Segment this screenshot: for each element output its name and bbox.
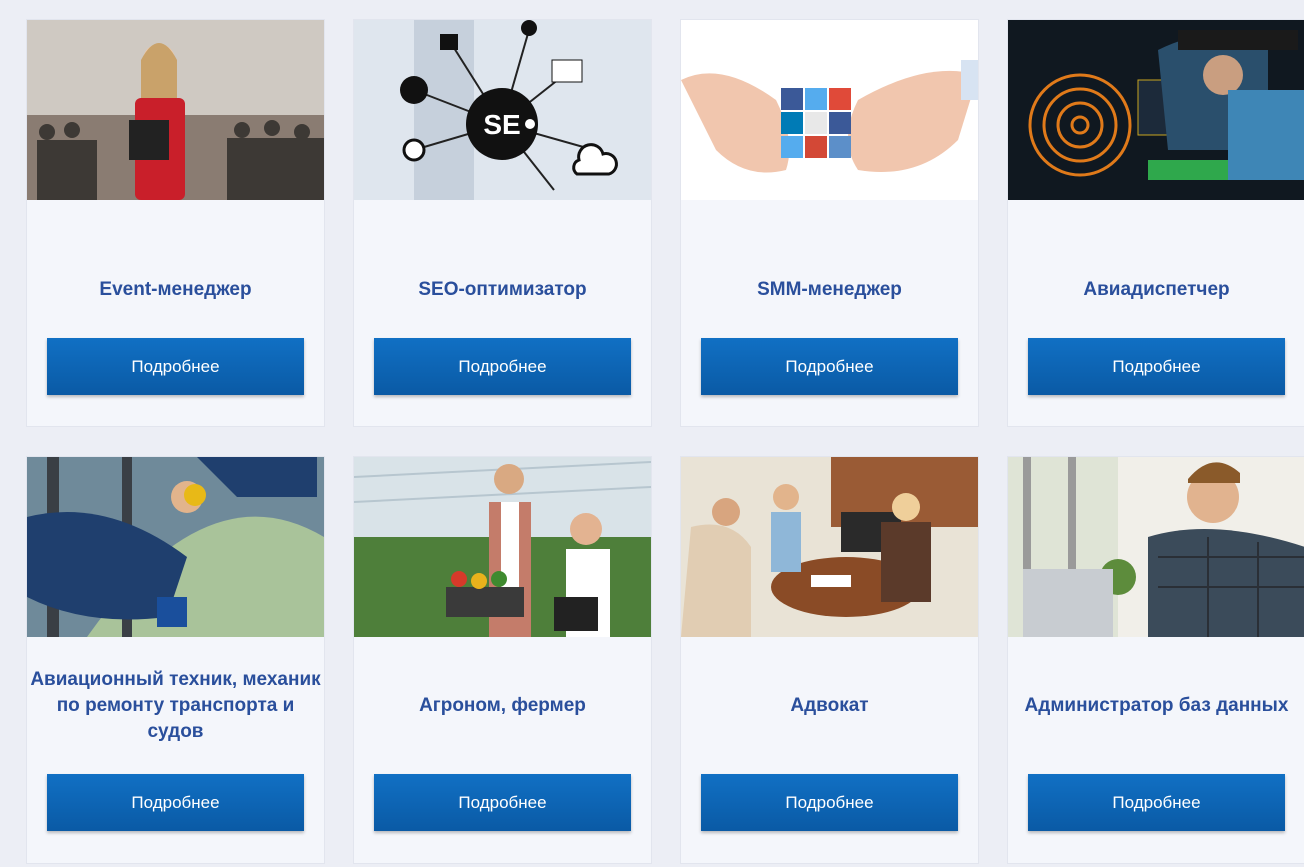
profession-card: Администратор баз данных Подробнее [1008, 457, 1304, 863]
profession-card: Агроном, фермер Подробнее [354, 457, 651, 863]
seo-image: SE [354, 20, 651, 200]
details-button[interactable]: Подробнее [374, 338, 631, 395]
profession-card: Авиадиспетчер Подробнее [1008, 20, 1304, 426]
card-photo-agronomist[interactable] [354, 457, 651, 637]
card-photo-seo[interactable]: SE [354, 20, 651, 200]
profession-card: SE SEO-оптимизатор Подробнее [354, 20, 651, 426]
seo-emblem-text: SE [483, 109, 520, 140]
details-button[interactable]: Подробнее [1028, 338, 1285, 395]
card-photo-air-traffic[interactable] [1008, 20, 1304, 200]
card-photo-lawyer[interactable] [681, 457, 978, 637]
details-button[interactable]: Подробнее [374, 774, 631, 831]
details-button[interactable]: Подробнее [701, 774, 958, 831]
smm-image [681, 20, 978, 200]
card-title: Агроном, фермер [419, 695, 586, 716]
details-button[interactable]: Подробнее [701, 338, 958, 395]
lawyer-image [681, 457, 978, 637]
air-traffic-image [1008, 20, 1304, 200]
details-button[interactable]: Подробнее [47, 338, 304, 395]
profession-card: Авиационный техник, механик по ремонту т… [27, 457, 324, 863]
profession-card: Event-менеджер Подробнее [27, 20, 324, 426]
profession-card: SMM-менеджер Подробнее [681, 20, 978, 426]
card-photo-aviation-tech[interactable] [27, 457, 324, 637]
details-button[interactable]: Подробнее [47, 774, 304, 831]
aviation-tech-image [27, 457, 324, 637]
details-button[interactable]: Подробнее [1028, 774, 1285, 831]
card-title: Авиационный техник, механик по ремонту т… [30, 669, 321, 742]
card-photo-dba[interactable] [1008, 457, 1304, 637]
card-title: Администратор баз данных [1024, 695, 1289, 716]
card-photo-smm[interactable] [681, 20, 978, 200]
agronomist-image [354, 457, 651, 637]
profession-card: Адвокат Подробнее [681, 457, 978, 863]
event-manager-image [27, 20, 324, 200]
card-title: Адвокат [790, 695, 869, 716]
dba-image [1008, 457, 1304, 637]
card-photo-event-manager[interactable] [27, 20, 324, 200]
